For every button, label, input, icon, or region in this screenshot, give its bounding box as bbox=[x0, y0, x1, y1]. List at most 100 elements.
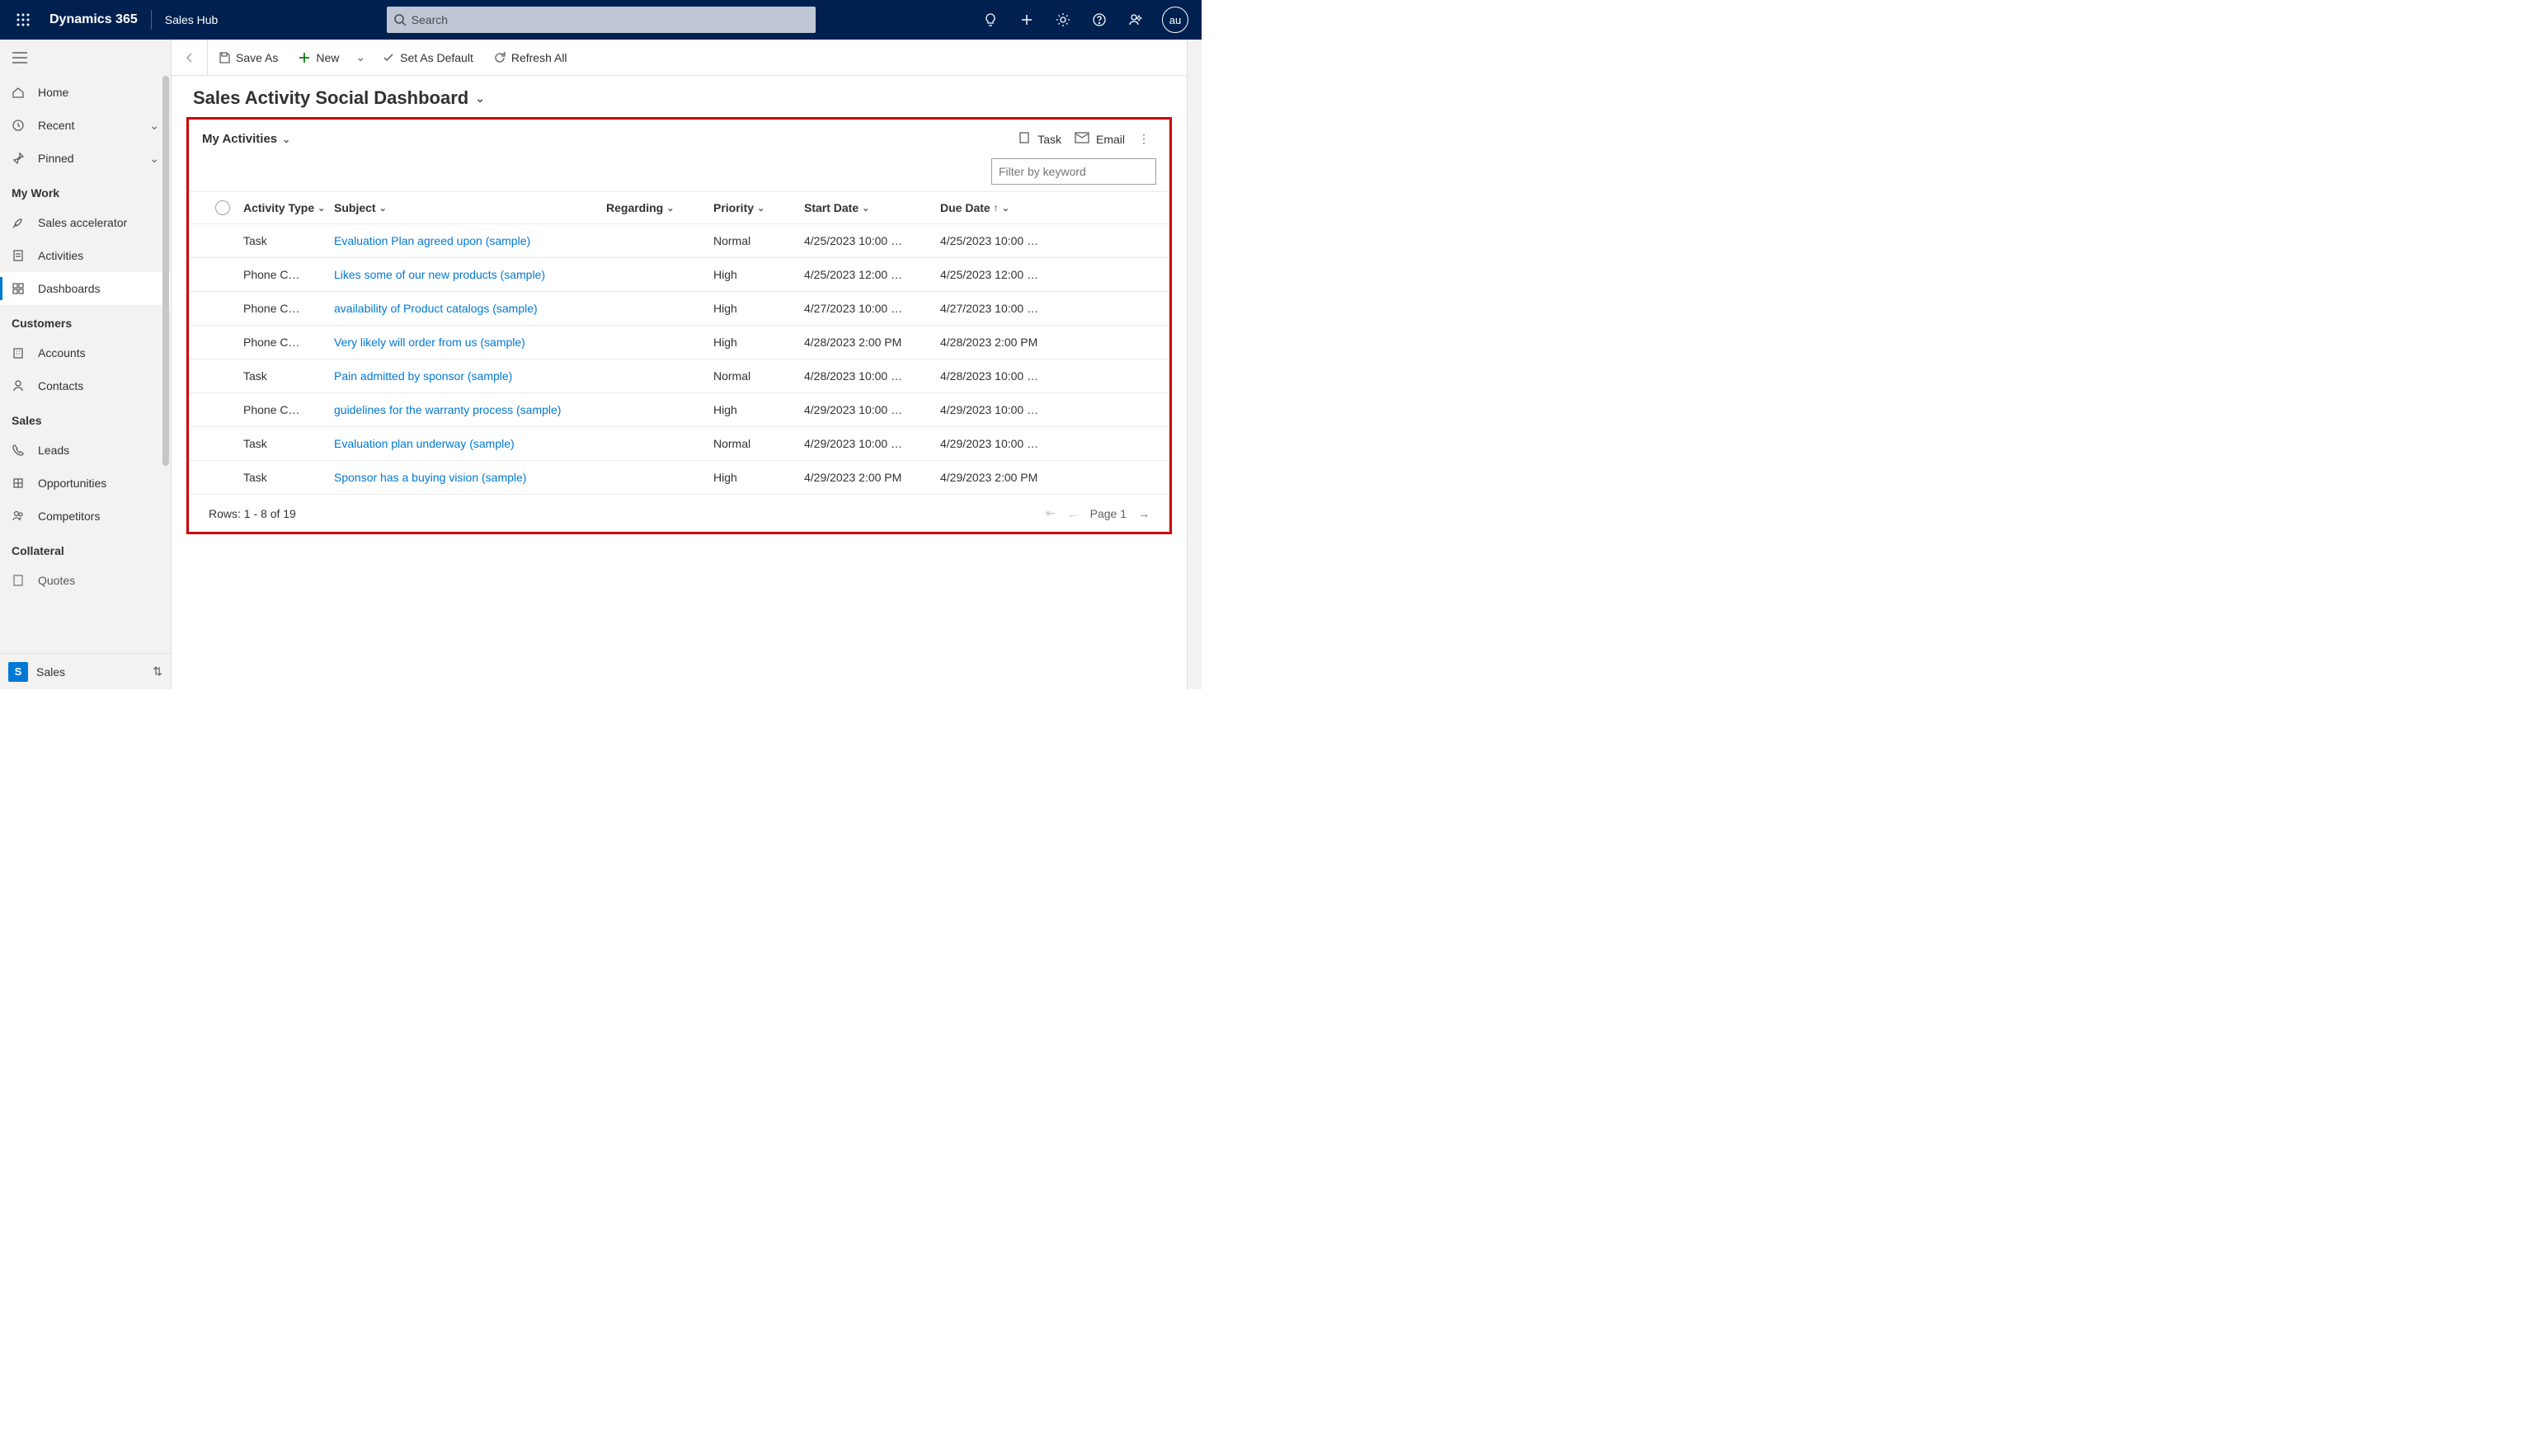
cell-activity-type: Task bbox=[243, 234, 334, 247]
sidebar-item-recent[interactable]: Recent⌄ bbox=[0, 109, 171, 142]
refresh-all-button[interactable]: Refresh All bbox=[483, 40, 577, 76]
sidebar-item-quotes[interactable]: Quotes bbox=[0, 564, 171, 597]
table-row[interactable]: Phone C…availability of Product catalogs… bbox=[189, 292, 1169, 326]
new-button[interactable]: New bbox=[288, 40, 349, 76]
building-icon bbox=[12, 346, 26, 359]
subject-link[interactable]: Sponsor has a buying vision (sample) bbox=[334, 471, 526, 484]
chevron-down-icon: ⌄ bbox=[149, 119, 159, 133]
table-row[interactable]: Phone C…Very likely will order from us (… bbox=[189, 326, 1169, 359]
quote-icon bbox=[12, 574, 26, 587]
new-task-button[interactable]: Task bbox=[1011, 131, 1068, 147]
cell-activity-type: Task bbox=[243, 437, 334, 450]
cell-start-date: 4/29/2023 10:00 … bbox=[804, 403, 940, 416]
grid-header: Activity Type⌄ Subject⌄ Regarding⌄ Prior… bbox=[189, 192, 1169, 224]
cell-start-date: 4/29/2023 2:00 PM bbox=[804, 471, 940, 484]
table-row[interactable]: Phone C…guidelines for the warranty proc… bbox=[189, 393, 1169, 427]
subject-link[interactable]: Very likely will order from us (sample) bbox=[334, 336, 525, 349]
activities-grid: Activity Type⌄ Subject⌄ Regarding⌄ Prior… bbox=[189, 192, 1169, 495]
opportunity-icon bbox=[12, 477, 26, 490]
cell-activity-type: Task bbox=[243, 471, 334, 484]
app-launcher-icon[interactable] bbox=[7, 0, 40, 40]
sidebar-item-activities[interactable]: Activities bbox=[0, 239, 171, 272]
phone-icon bbox=[12, 444, 26, 457]
back-button[interactable] bbox=[172, 40, 208, 76]
cell-due-date: 4/25/2023 10:00 … bbox=[940, 234, 1076, 247]
sidebar-item-opportunities[interactable]: Opportunities bbox=[0, 467, 171, 500]
next-page-button[interactable]: → bbox=[1138, 507, 1150, 520]
clock-icon bbox=[12, 119, 26, 132]
updown-icon: ⇅ bbox=[153, 665, 162, 679]
prev-page-button[interactable]: ← bbox=[1067, 507, 1079, 520]
col-start-date[interactable]: Start Date⌄ bbox=[804, 201, 940, 214]
table-row[interactable]: Phone C…Likes some of our new products (… bbox=[189, 258, 1169, 292]
save-icon bbox=[218, 51, 231, 64]
refresh-icon bbox=[493, 51, 506, 64]
subject-link[interactable]: Evaluation plan underway (sample) bbox=[334, 437, 515, 450]
main-content: Save As New ⌄ Set As Default Refresh All… bbox=[172, 40, 1187, 689]
cell-activity-type: Phone C… bbox=[243, 336, 334, 349]
sidebar-area-switcher[interactable]: S Sales ⇅ bbox=[0, 653, 171, 689]
cell-activity-type: Phone C… bbox=[243, 403, 334, 416]
gear-icon[interactable] bbox=[1047, 0, 1080, 40]
filter-input[interactable] bbox=[991, 158, 1156, 185]
sidebar-item-accounts[interactable]: Accounts bbox=[0, 336, 171, 369]
sidebar-item-dashboards[interactable]: Dashboards bbox=[0, 272, 171, 305]
table-row[interactable]: TaskPain admitted by sponsor (sample)Nor… bbox=[189, 359, 1169, 393]
subject-link[interactable]: Pain admitted by sponsor (sample) bbox=[334, 369, 512, 383]
sidebar-item-competitors[interactable]: Competitors bbox=[0, 500, 171, 533]
cell-priority: Normal bbox=[713, 437, 804, 450]
cell-due-date: 4/28/2023 2:00 PM bbox=[940, 336, 1076, 349]
col-priority[interactable]: Priority⌄ bbox=[713, 201, 804, 214]
col-activity-type[interactable]: Activity Type⌄ bbox=[243, 201, 334, 214]
sidebar-item-pinned[interactable]: Pinned⌄ bbox=[0, 142, 171, 175]
first-page-button[interactable]: ⇤ bbox=[1046, 506, 1056, 520]
col-due-date[interactable]: Due Date↑⌄ bbox=[940, 201, 1076, 214]
subject-link[interactable]: Evaluation Plan agreed upon (sample) bbox=[334, 234, 530, 247]
sidebar-item-sales-accelerator[interactable]: Sales accelerator bbox=[0, 206, 171, 239]
search-input[interactable] bbox=[412, 13, 809, 26]
rocket-icon bbox=[12, 216, 26, 229]
clipboard-icon bbox=[12, 249, 26, 262]
cell-start-date: 4/27/2023 10:00 … bbox=[804, 302, 940, 315]
more-icon[interactable]: ⋮ bbox=[1131, 132, 1156, 146]
sidebar-item-leads[interactable]: Leads bbox=[0, 434, 171, 467]
subject-link[interactable]: Likes some of our new products (sample) bbox=[334, 268, 545, 281]
col-subject[interactable]: Subject⌄ bbox=[334, 201, 606, 214]
brand-label[interactable]: Dynamics 365 bbox=[40, 12, 148, 27]
sidebar-scrollbar[interactable] bbox=[161, 76, 171, 466]
sidebar-section-sales: Sales bbox=[0, 402, 171, 434]
plus-icon[interactable] bbox=[1010, 0, 1043, 40]
lightbulb-icon[interactable] bbox=[974, 0, 1007, 40]
table-row[interactable]: TaskSponsor has a buying vision (sample)… bbox=[189, 461, 1169, 495]
global-search[interactable] bbox=[387, 7, 816, 33]
subject-link[interactable]: availability of Product catalogs (sample… bbox=[334, 302, 538, 315]
save-as-button[interactable]: Save As bbox=[208, 40, 288, 76]
table-row[interactable]: TaskEvaluation Plan agreed upon (sample)… bbox=[189, 224, 1169, 258]
sidebar-item-home[interactable]: Home bbox=[0, 76, 171, 109]
home-icon bbox=[12, 86, 26, 99]
avatar[interactable]: au bbox=[1162, 7, 1188, 33]
subject-link[interactable]: guidelines for the warranty process (sam… bbox=[334, 403, 561, 416]
hamburger-icon[interactable] bbox=[0, 40, 40, 76]
cell-due-date: 4/27/2023 10:00 … bbox=[940, 302, 1076, 315]
new-chevron[interactable]: ⌄ bbox=[349, 50, 372, 64]
new-email-button[interactable]: Email bbox=[1068, 132, 1131, 146]
dashboard-icon bbox=[12, 282, 26, 295]
sidebar-item-contacts[interactable]: Contacts bbox=[0, 369, 171, 402]
select-all-checkbox[interactable] bbox=[215, 200, 230, 215]
cell-start-date: 4/25/2023 12:00 … bbox=[804, 268, 940, 281]
page-title[interactable]: Sales Activity Social Dashboard⌄ bbox=[172, 76, 1187, 117]
help-icon[interactable] bbox=[1083, 0, 1116, 40]
cell-due-date: 4/29/2023 10:00 … bbox=[940, 403, 1076, 416]
cell-activity-type: Phone C… bbox=[243, 268, 334, 281]
col-regarding[interactable]: Regarding⌄ bbox=[606, 201, 713, 214]
view-selector[interactable]: My Activities ⌄ bbox=[202, 132, 290, 146]
right-rail bbox=[1187, 40, 1202, 689]
set-default-button[interactable]: Set As Default bbox=[372, 40, 483, 76]
area-label: Sales bbox=[36, 665, 65, 679]
sidebar-section-collateral: Collateral bbox=[0, 533, 171, 564]
hub-label[interactable]: Sales Hub bbox=[155, 13, 228, 26]
assistant-icon[interactable] bbox=[1119, 0, 1152, 40]
cell-priority: High bbox=[713, 268, 804, 281]
table-row[interactable]: TaskEvaluation plan underway (sample) Nor… bbox=[189, 427, 1169, 461]
